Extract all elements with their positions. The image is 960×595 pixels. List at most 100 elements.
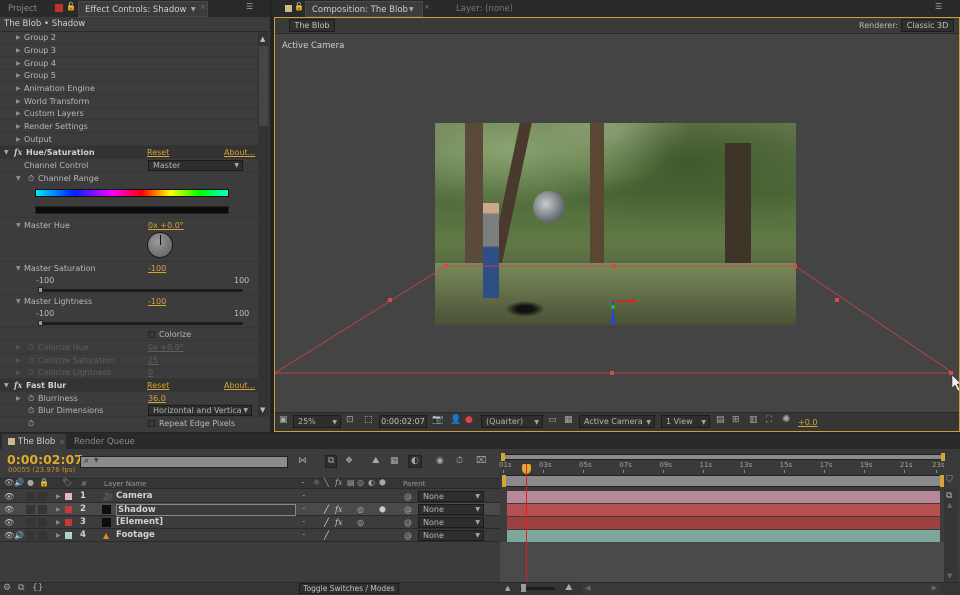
comp-button-icon[interactable]: ⧉: [946, 492, 952, 501]
tab-composition[interactable]: Composition: The Blob ▼: [305, 1, 423, 17]
motion-blur-switch-icon[interactable]: ◎: [357, 516, 364, 529]
show-snapshot-icon[interactable]: 👤: [450, 416, 461, 425]
close-icon[interactable]: ×: [200, 4, 206, 11]
time-navigator-bar[interactable]: [502, 475, 942, 487]
label-color-swatch[interactable]: [65, 506, 72, 513]
resolution-dropdown[interactable]: (Quarter) ▼: [481, 415, 543, 428]
safe-margins-icon[interactable]: ⊡: [346, 416, 354, 425]
lock-toggle[interactable]: [38, 492, 47, 501]
timeline-icon[interactable]: ▥: [749, 416, 758, 425]
master-hue-dial[interactable]: [147, 232, 173, 258]
quality-switch-icon[interactable]: ╱: [324, 516, 329, 529]
pickwhip-icon[interactable]: @: [404, 529, 412, 542]
always-preview-icon[interactable]: ▣: [279, 416, 288, 425]
transparency-grid-icon[interactable]: ▦: [564, 416, 573, 425]
about-button[interactable]: About...: [224, 379, 255, 392]
flowchart-icon[interactable]: ⛶: [766, 416, 772, 425]
expand-icon[interactable]: ▶: [56, 529, 61, 542]
expand-icon[interactable]: ▶: [16, 31, 21, 44]
lock-toggle[interactable]: [38, 505, 47, 514]
fx-icon[interactable]: fx: [14, 146, 22, 159]
stopwatch-icon[interactable]: ⏱: [28, 172, 34, 185]
eye-icon[interactable]: 👁: [4, 516, 14, 529]
pickwhip-icon[interactable]: @: [404, 516, 412, 529]
camera-handle[interactable]: [444, 264, 448, 268]
comp-mini-flowchart-icon[interactable]: ⋈: [298, 457, 307, 466]
quality-switch-icon[interactable]: ╱: [324, 503, 329, 516]
close-icon[interactable]: ×: [59, 434, 65, 450]
pickwhip-icon[interactable]: @: [404, 490, 412, 503]
reset-button[interactable]: Reset: [147, 146, 169, 159]
tab-timeline-the-blob[interactable]: The Blob ×: [2, 434, 66, 450]
timeline-vertical-scrollbar[interactable]: ▲ ▼: [944, 489, 958, 582]
navigator-end-handle[interactable]: [940, 475, 944, 487]
in-out-toggle-icon[interactable]: {}: [32, 584, 43, 593]
group-row[interactable]: ▶ Custom Layers: [0, 107, 258, 120]
layer-name[interactable]: Shadow: [116, 504, 296, 516]
expand-icon[interactable]: ▶: [56, 516, 61, 529]
work-area-start-handle[interactable]: [501, 453, 505, 461]
solo-toggle[interactable]: [26, 492, 35, 501]
camera-handle[interactable]: [949, 371, 953, 375]
pixel-aspect-icon[interactable]: ▤: [716, 416, 725, 425]
current-time-field[interactable]: 0:00:02:07: [379, 415, 427, 428]
auto-keyframe-icon[interactable]: ⏱: [456, 457, 463, 466]
label-color-swatch[interactable]: [65, 519, 72, 526]
collapse-icon[interactable]: ▼: [4, 379, 9, 392]
shy-switch-icon[interactable]: ⁃: [302, 516, 306, 529]
stopwatch-icon[interactable]: ⏱: [28, 404, 34, 417]
zoom-dropdown[interactable]: 25% ▼: [293, 415, 341, 428]
shy-switch-icon[interactable]: ⁃: [302, 503, 306, 516]
collapse-icon[interactable]: ▼: [16, 172, 21, 185]
layer-name-column-header[interactable]: Layer Name: [104, 480, 146, 488]
expand-icon[interactable]: ▶: [16, 107, 21, 120]
expand-icon[interactable]: ▶: [16, 44, 21, 57]
layer-row[interactable]: 👁 ▶ 1 🎥 Camera ⁃ @ None ▼: [0, 490, 500, 503]
scroll-left-icon[interactable]: ◀: [585, 584, 590, 592]
graph-icon[interactable]: ⌧: [476, 457, 486, 466]
shy-layers-icon[interactable]: ❖: [345, 457, 353, 466]
collapse-icon[interactable]: ▼: [16, 262, 21, 275]
collapse-icon[interactable]: ▼: [16, 295, 21, 308]
expand-icon[interactable]: ▶: [16, 120, 21, 133]
layer-name[interactable]: Camera: [116, 490, 153, 503]
parent-dropdown[interactable]: None ▼: [418, 530, 484, 541]
current-time-display[interactable]: 0:00:02:07: [7, 452, 83, 467]
group-row[interactable]: ▶ Output: [0, 133, 258, 146]
group-row[interactable]: ▶ Group 2: [0, 31, 258, 44]
effect-fast-blur[interactable]: ▼ fx Fast Blur Reset About...: [0, 379, 258, 392]
pickwhip-icon[interactable]: @: [404, 503, 412, 516]
saturation-slider[interactable]: [38, 289, 243, 292]
brainstorm-icon[interactable]: ◉: [436, 457, 444, 466]
camera-handle[interactable]: [793, 264, 797, 268]
solo-toggle[interactable]: [26, 518, 35, 527]
lock-column-icon[interactable]: 🔒: [39, 479, 49, 487]
solo-toggle[interactable]: [26, 505, 35, 514]
audio-icon[interactable]: 🔊: [14, 529, 24, 542]
layer-duration-bar[interactable]: [507, 504, 940, 516]
reset-button[interactable]: Reset: [147, 379, 169, 392]
solo-icon[interactable]: ●: [27, 479, 34, 487]
label-color-swatch[interactable]: [65, 532, 72, 539]
tab-project[interactable]: Project: [2, 1, 43, 17]
layer-switches-toggle-icon[interactable]: ⚙: [3, 584, 11, 593]
camera-handle[interactable]: [835, 298, 839, 302]
master-hue-value[interactable]: 0x +0.0°: [148, 219, 184, 232]
quality-switch-icon[interactable]: ╱: [324, 529, 329, 542]
camera-view-dropdown[interactable]: Active Camera ▼: [579, 415, 655, 428]
eye-icon[interactable]: 👁: [4, 479, 14, 487]
fx-icon[interactable]: fx: [14, 379, 22, 392]
lightness-slider[interactable]: [38, 322, 243, 325]
audio-icon[interactable]: 🔊: [14, 479, 24, 487]
expand-icon[interactable]: ▶: [16, 69, 21, 82]
exposure-icon[interactable]: ✺: [782, 415, 790, 425]
comp-marker-bin-icon[interactable]: ⛉: [946, 476, 953, 485]
3d-axis-gizmo[interactable]: [610, 298, 636, 325]
group-row[interactable]: ▶ Group 5: [0, 69, 258, 82]
solo-toggle[interactable]: [26, 531, 35, 540]
toggle-switches-modes-button[interactable]: Toggle Switches / Modes: [299, 583, 399, 594]
channel-rgb-icon[interactable]: ●: [465, 416, 473, 425]
eye-icon[interactable]: 👁: [4, 490, 14, 503]
zoom-in-icon[interactable]: ⛰: [565, 584, 573, 593]
scroll-down-icon[interactable]: ▼: [947, 572, 952, 580]
